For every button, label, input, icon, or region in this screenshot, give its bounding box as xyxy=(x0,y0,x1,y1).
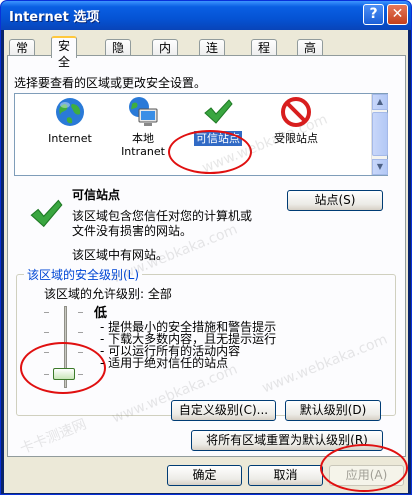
help-button[interactable]: ? xyxy=(363,4,384,25)
dialog-window: Internet 选项 ? ✕ 常规 安全 隐私 内容 连接 程序 高级 选择要… xyxy=(0,0,412,495)
zone-title: 可信站点 xyxy=(72,188,121,202)
zone-description: 文件没有损害的网站。 xyxy=(72,224,193,238)
window-title: Internet 选项 xyxy=(9,10,100,25)
level-point: - 适用于绝对信任的站点 xyxy=(100,356,229,370)
checkmark-icon xyxy=(202,96,234,128)
cancel-button[interactable]: 取消 xyxy=(248,465,323,486)
zone-local-intranet[interactable]: 本地 Intranet xyxy=(110,96,176,158)
annotation-ellipse xyxy=(20,342,106,394)
level-name: 低 xyxy=(94,306,108,321)
custom-level-button[interactable]: 自定义级别(C)... xyxy=(171,400,276,421)
trusted-checkmark-icon xyxy=(28,196,64,232)
zone-internet[interactable]: Internet xyxy=(37,96,103,145)
zone-scrollbar[interactable]: ▲ ▼ xyxy=(371,94,388,175)
scroll-down-icon[interactable]: ▼ xyxy=(372,159,388,175)
zone-label: 本地 Intranet xyxy=(121,132,165,158)
title-bar[interactable]: Internet 选项 ? ✕ xyxy=(1,1,411,30)
allowed-levels-text: 该区域的允许级别: 全部 xyxy=(44,287,172,301)
ok-button[interactable]: 确定 xyxy=(167,465,242,486)
zone-instruction: 选择要查看的区域或更改安全设置。 xyxy=(14,76,207,90)
default-level-button[interactable]: 默认级别(D) xyxy=(285,400,381,421)
scroll-thumb[interactable] xyxy=(372,112,388,156)
security-panel: 选择要查看的区域或更改安全设置。 Internet 本地 Intranet 可信… xyxy=(7,55,406,457)
globe-icon xyxy=(54,96,86,128)
zone-label: Internet xyxy=(48,132,92,145)
dialog-client: 常规 安全 隐私 内容 连接 程序 高级 选择要查看的区域或更改安全设置。 xyxy=(4,30,408,493)
annotation-ellipse xyxy=(320,444,408,492)
intranet-icon xyxy=(127,96,159,128)
scroll-up-icon[interactable]: ▲ xyxy=(372,94,388,110)
sites-button[interactable]: 站点(S) xyxy=(287,190,383,211)
watermark: 卡卡测速网 xyxy=(17,416,89,458)
tab-security[interactable]: 安全 xyxy=(51,36,78,69)
close-button[interactable]: ✕ xyxy=(387,4,408,25)
